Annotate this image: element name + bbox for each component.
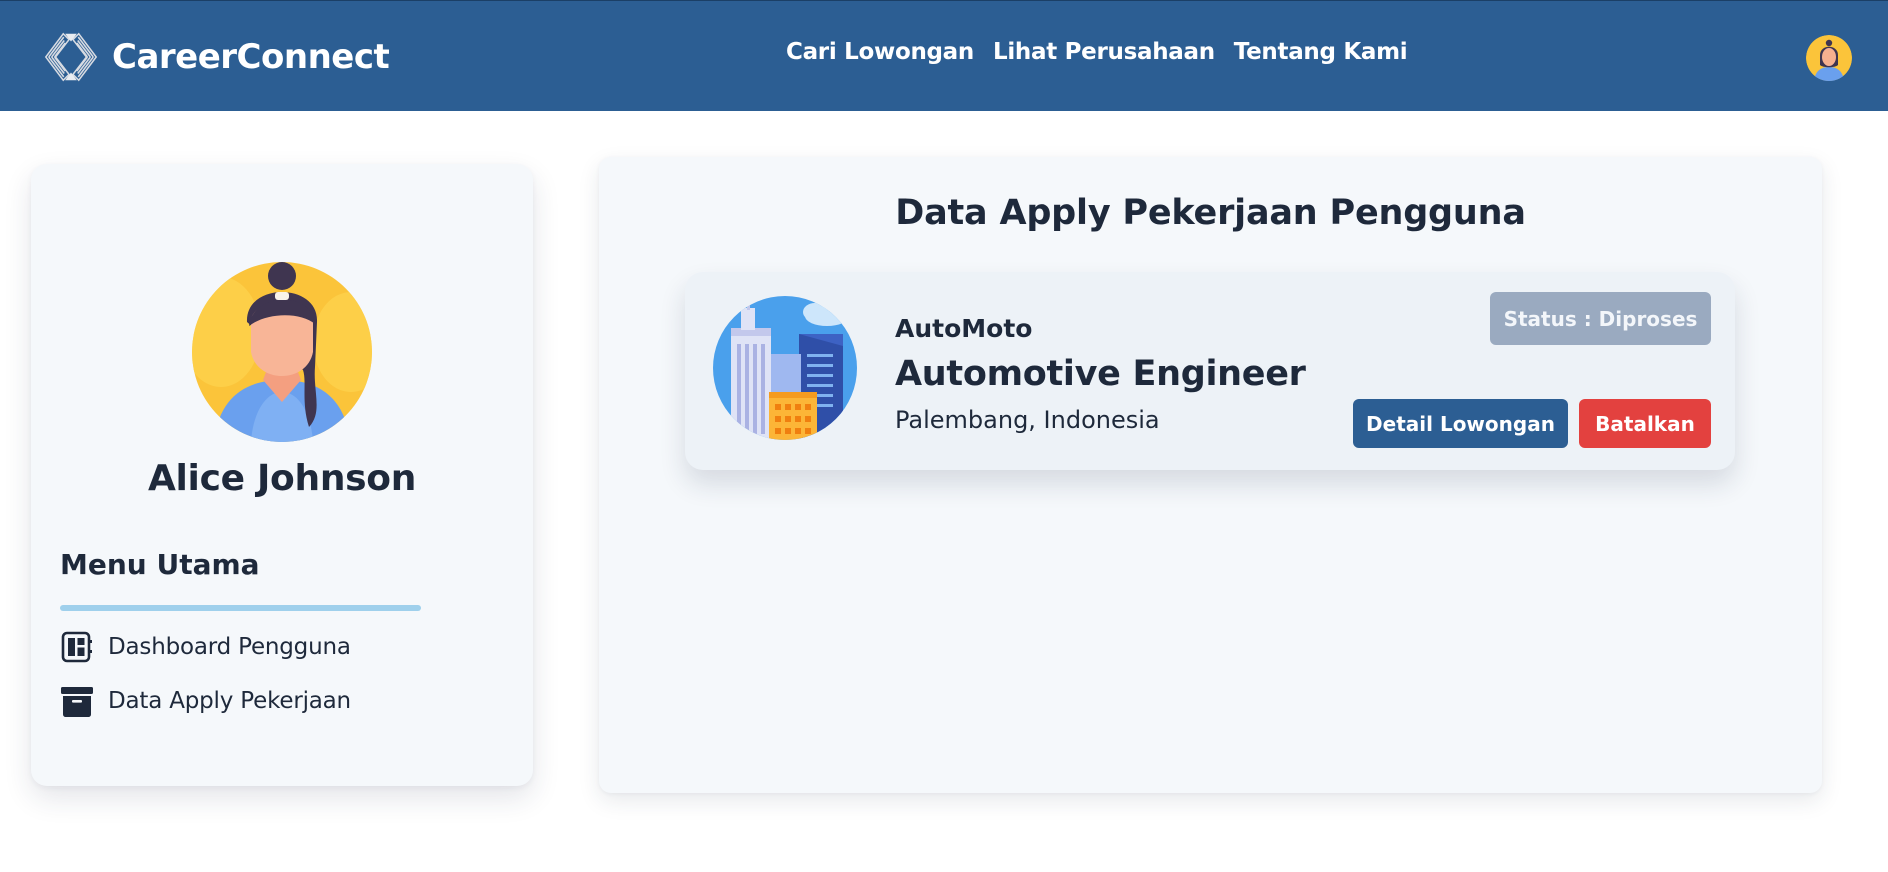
company-name: AutoMoto [895,314,1033,343]
profile-name: Alice Johnson [147,458,417,499]
nav-link-cari-lowongan[interactable]: Cari Lowongan [786,39,974,65]
top-navbar: CareerConnect Cari Lowongan Lihat Perusa… [0,0,1888,111]
brand-name: CareerConnect [112,37,390,77]
page-title: Data Apply Pekerjaan Pengguna [895,193,1526,233]
sidebar-card: Alice Johnson Menu Utama Dashboard Pengg… [31,164,533,786]
status-badge: Status : Diproses [1490,292,1711,345]
sidebar-item-dashboard[interactable]: Dashboard Pengguna [60,627,351,667]
job-title: Automotive Engineer [895,354,1306,394]
brand-link[interactable]: CareerConnect [40,25,390,89]
sidebar-item-data-apply[interactable]: Data Apply Pekerjaan [60,681,351,721]
main-panel: Data Apply Pekerjaan Pengguna AutoMoto A… [599,157,1822,793]
archive-icon [61,687,93,717]
application-card: AutoMoto Automotive Engineer Palembang, … [685,272,1735,470]
brand-logo-icon [44,32,98,82]
batalkan-button[interactable]: Batalkan [1579,399,1711,448]
user-avatar-button[interactable] [1806,35,1852,81]
user-avatar-icon [1806,35,1852,81]
main-nav: Cari Lowongan Lihat Perusahaan Tentang K… [786,39,1408,65]
job-location: Palembang, Indonesia [895,406,1160,434]
sidebar-item-label: Data Apply Pekerjaan [108,688,351,714]
nav-link-lihat-perusahaan[interactable]: Lihat Perusahaan [993,39,1215,65]
profile-avatar-icon [192,262,372,442]
menu-title: Menu Utama [60,548,260,581]
nav-link-tentang-kami[interactable]: Tentang Kami [1234,39,1408,65]
menu-divider [60,605,421,611]
dashboard-icon [61,631,92,663]
sidebar-item-label: Dashboard Pengguna [108,634,351,660]
detail-lowongan-button[interactable]: Detail Lowongan [1353,399,1568,448]
city-buildings-icon [713,296,857,440]
